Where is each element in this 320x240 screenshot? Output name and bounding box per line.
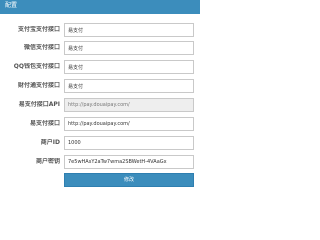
epay-api-row: 易支付接口API (0, 95, 200, 115)
qqpay-interface-input[interactable] (64, 60, 194, 74)
tenpay-interface-input[interactable] (64, 79, 194, 93)
merchant-id-row: 商户ID (0, 133, 200, 153)
submit-button[interactable]: 修改 (64, 173, 194, 187)
tenpay-interface-row: 财付通支付接口 (0, 76, 200, 96)
merchant-key-label: 商户密钥 (35, 158, 60, 165)
epay-api-input[interactable] (64, 98, 194, 112)
panel-header: 配置 (0, 0, 200, 14)
qqpay-interface-row: QQ钱包支付接口 (0, 57, 200, 77)
panel-title: 配置 (5, 2, 18, 9)
alipay-interface-row: 支付宝支付接口 (0, 20, 200, 40)
tenpay-interface-label: 财付通支付接口 (17, 82, 60, 89)
epay-url-input[interactable] (64, 117, 194, 131)
epay-url-row: 易支付接口 (0, 114, 200, 134)
payment-config-panel: 配置 支付宝支付接口 微信支付接口 QQ钱包支付接口 财付通支付接口 易支付接口… (0, 0, 200, 200)
qqpay-interface-label: QQ钱包支付接口 (13, 63, 60, 70)
alipay-interface-input[interactable] (64, 23, 194, 37)
epay-api-label: 易支付接口API (18, 101, 60, 108)
merchant-key-input[interactable] (64, 155, 194, 169)
merchant-id-label: 商户ID (40, 139, 60, 146)
wechat-interface-label: 微信支付接口 (23, 44, 60, 51)
alipay-interface-label: 支付宝支付接口 (17, 26, 60, 33)
wechat-interface-input[interactable] (64, 41, 194, 55)
epay-url-label: 易支付接口 (29, 120, 60, 127)
merchant-id-input[interactable] (64, 136, 194, 150)
merchant-key-row: 商户密钥 (0, 152, 200, 172)
wechat-interface-row: 微信支付接口 (0, 38, 200, 58)
